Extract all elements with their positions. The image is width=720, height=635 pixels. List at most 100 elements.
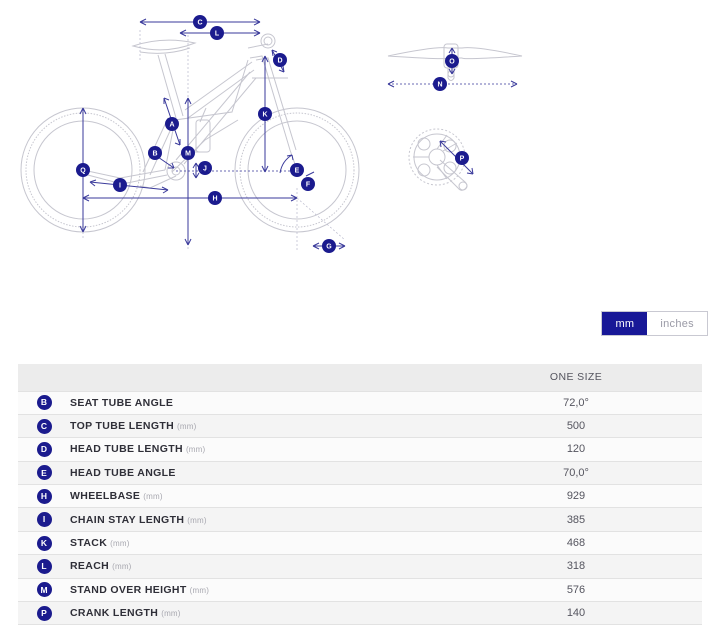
dimension-L: L xyxy=(179,26,261,40)
measurement-name: STAND OVER HEIGHT xyxy=(70,583,187,596)
row-badge-cell: H xyxy=(18,484,70,508)
measurement-name: STACK xyxy=(70,537,108,550)
measurement-badge: I xyxy=(36,512,52,528)
svg-text:J: J xyxy=(203,166,207,173)
row-label-cell: SEAT TUBE ANGLE xyxy=(70,390,450,415)
table-row: I CHAIN STAY LENGTH (mm) 385 xyxy=(18,507,702,532)
measurement-badge: M xyxy=(36,582,52,598)
svg-text:M: M xyxy=(185,151,191,158)
row-badge-cell: E xyxy=(18,460,70,485)
measurement-name: HEAD TUBE LENGTH xyxy=(70,443,183,456)
dimension-G: G xyxy=(296,197,346,253)
measurement-badge: C xyxy=(36,418,52,434)
row-badge-cell: L xyxy=(18,554,70,579)
measurement-name: SEAT TUBE ANGLE xyxy=(70,396,174,409)
measurement-name: HEAD TUBE ANGLE xyxy=(70,466,176,479)
row-badge-cell: M xyxy=(18,577,70,602)
row-badge-cell: I xyxy=(18,507,70,532)
table-row: D HEAD TUBE LENGTH (mm) 120 xyxy=(18,437,702,462)
measurement-badge: L xyxy=(36,558,52,574)
geometry-diagram: C L D K A B M J E F Q I H G O N P xyxy=(0,0,720,290)
measurement-unit: (mm) xyxy=(112,562,132,572)
unit-toggle[interactable]: mm inches xyxy=(601,311,708,336)
table-header-row: ONE SIZE xyxy=(18,364,702,391)
row-label-cell: STAND OVER HEIGHT (mm) xyxy=(70,577,450,602)
handlebar-top-view: O N xyxy=(387,43,523,91)
dimension-D: D xyxy=(271,49,287,73)
table-row: H WHEELBASE (mm) 929 xyxy=(18,484,702,508)
row-label-cell: WHEELBASE (mm) xyxy=(70,484,450,508)
measurement-value: 70,0° xyxy=(450,460,702,485)
table-row: L REACH (mm) 318 xyxy=(18,554,702,579)
row-badge-cell: D xyxy=(18,437,70,462)
svg-text:I: I xyxy=(119,183,121,190)
svg-text:D: D xyxy=(277,58,282,65)
measurement-name: CRANK LENGTH xyxy=(70,607,159,620)
dimension-H: H xyxy=(82,191,298,205)
measurement-value: 385 xyxy=(450,507,702,532)
measurement-name: CHAIN STAY LENGTH xyxy=(70,513,185,526)
dimension-Q: Q xyxy=(76,107,90,233)
table-header: ONE SIZE xyxy=(18,364,702,391)
table-row: C TOP TUBE LENGTH (mm) 500 xyxy=(18,413,702,438)
measurement-badge: D xyxy=(36,441,52,457)
dimension-C: C xyxy=(139,15,261,29)
table-body: B SEAT TUBE ANGLE 72,0° C TOP TUBE LENGTH (mm… xyxy=(18,390,702,626)
measurement-unit: (mm) xyxy=(189,585,210,595)
header-badge xyxy=(18,364,70,391)
dimension-O: O xyxy=(445,47,459,75)
row-label-cell: CRANK LENGTH (mm) xyxy=(70,601,450,626)
svg-text:K: K xyxy=(262,112,267,119)
dimension-M: M xyxy=(181,97,195,246)
measurement-value: 318 xyxy=(450,554,702,579)
table-row: M STAND OVER HEIGHT (mm) 576 xyxy=(18,577,702,602)
measurement-badge: E xyxy=(36,465,52,481)
table-row: E HEAD TUBE ANGLE 70,0° xyxy=(18,460,702,485)
svg-text:C: C xyxy=(197,20,202,27)
measurement-value: 140 xyxy=(450,601,702,626)
measurement-unit: (mm) xyxy=(161,609,181,619)
svg-text:G: G xyxy=(326,244,332,251)
row-badge-cell: C xyxy=(18,413,70,438)
measurement-value: 500 xyxy=(450,413,702,438)
measurement-badge: B xyxy=(36,395,52,411)
header-one-size: ONE SIZE xyxy=(450,364,702,391)
unit-option-inches[interactable]: inches xyxy=(647,312,707,335)
measurement-badge: P xyxy=(36,605,52,621)
measurement-name: TOP TUBE LENGTH xyxy=(70,420,175,433)
measurement-value: 929 xyxy=(450,484,702,508)
table-row: P CRANK LENGTH (mm) 140 xyxy=(18,601,702,626)
row-badge-cell: K xyxy=(18,530,70,555)
row-label-cell: HEAD TUBE ANGLE xyxy=(70,460,450,485)
unit-option-mm[interactable]: mm xyxy=(602,312,648,335)
row-label-cell: CHAIN STAY LENGTH (mm) xyxy=(70,507,450,532)
measurement-name: REACH xyxy=(70,560,110,573)
measurement-value: 576 xyxy=(450,577,702,602)
svg-text:E: E xyxy=(295,168,300,175)
header-label xyxy=(70,364,450,391)
measurement-value: 72,0° xyxy=(450,390,702,415)
geometry-page: C L D K A B M J E F Q I H G O N P mm inc… xyxy=(0,0,720,635)
table-row: B SEAT TUBE ANGLE 72,0° xyxy=(18,390,702,415)
measurement-unit: (mm) xyxy=(187,515,207,525)
svg-text:A: A xyxy=(169,122,174,129)
dimension-N: N xyxy=(387,77,518,91)
svg-text:L: L xyxy=(215,31,220,38)
row-badge-cell: B xyxy=(18,390,70,415)
measurement-badge: K xyxy=(36,535,52,551)
measurement-value: 468 xyxy=(450,530,702,555)
dimension-J: J xyxy=(192,161,212,179)
svg-text:O: O xyxy=(449,59,455,66)
measurement-unit: (mm) xyxy=(177,422,197,432)
table-row: K STACK (mm) 468 xyxy=(18,530,702,555)
row-label-cell: HEAD TUBE LENGTH (mm) xyxy=(70,437,450,462)
row-label-cell: TOP TUBE LENGTH (mm) xyxy=(70,413,450,438)
svg-text:F: F xyxy=(306,182,311,189)
row-badge-cell: P xyxy=(18,601,70,626)
svg-text:P: P xyxy=(460,156,465,163)
measurement-badge: H xyxy=(36,488,52,504)
svg-text:Q: Q xyxy=(80,168,86,175)
row-label-cell: STACK (mm) xyxy=(70,530,450,555)
svg-text:N: N xyxy=(437,82,442,89)
svg-text:H: H xyxy=(212,196,217,203)
